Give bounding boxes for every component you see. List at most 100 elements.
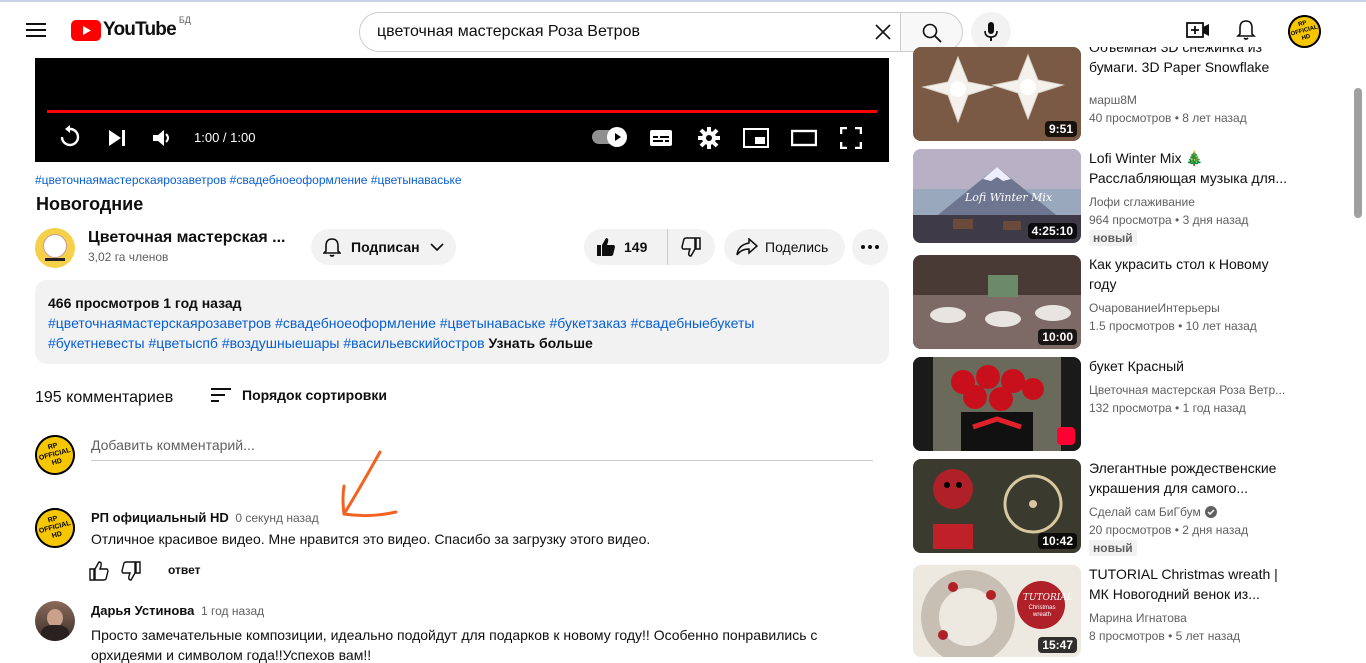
share-label: Поделись bbox=[765, 239, 829, 255]
related-meta: 1.5 просмотров • 10 лет назад bbox=[1089, 319, 1257, 333]
dislike-button[interactable] bbox=[668, 229, 714, 265]
related-meta: 132 просмотра • 1 год назад bbox=[1089, 401, 1246, 415]
related-title-line: МК Новогодний венок из... bbox=[1089, 586, 1260, 602]
related-thumbnail[interactable] bbox=[913, 357, 1081, 451]
sort-button[interactable]: Порядок сортировки bbox=[210, 386, 387, 404]
video-title: Новогодние bbox=[36, 194, 144, 214]
related-channel-row[interactable]: Сделай сам БиГбум bbox=[1089, 503, 1217, 521]
chevron-down-icon bbox=[430, 243, 444, 252]
time-display: 1:00 / 1:00 bbox=[194, 130, 256, 145]
add-comment-input[interactable]: Добавить комментарий... bbox=[91, 437, 873, 461]
related-thumbnail[interactable]: 10:00 bbox=[913, 255, 1081, 349]
youtube-logo[interactable]: YouTube БД bbox=[71, 15, 191, 41]
volume-icon[interactable] bbox=[153, 129, 173, 147]
reply-button[interactable]: ответ bbox=[168, 563, 201, 577]
share-button[interactable]: Поделись bbox=[724, 229, 845, 265]
create-button[interactable] bbox=[1184, 16, 1212, 44]
next-icon[interactable] bbox=[107, 128, 127, 148]
comments-count: 195 комментариев bbox=[35, 389, 174, 406]
more-horizontal-icon bbox=[861, 245, 879, 249]
related-thumbnail[interactable]: 9:51 bbox=[913, 47, 1081, 141]
like-count: 149 bbox=[624, 239, 648, 255]
related-channel[interactable]: Марина Игнатова bbox=[1089, 609, 1187, 627]
thumbs-down-icon[interactable] bbox=[121, 561, 141, 581]
related-title[interactable]: Элегантные рождественские украшения для … bbox=[1089, 458, 1299, 498]
related-thumbnail[interactable]: 10:42 bbox=[913, 459, 1081, 553]
autoplay-toggle[interactable] bbox=[592, 127, 627, 147]
related-thumbnail[interactable]: TUTORIAL Christmas wreath 15:47 bbox=[913, 565, 1081, 657]
more-actions-button[interactable] bbox=[852, 229, 888, 265]
related-title[interactable]: TUTORIAL Christmas wreath | МК Новогодни… bbox=[1089, 564, 1299, 604]
account-avatar[interactable]: RP OFFICIAL HD bbox=[1288, 15, 1321, 48]
like-button[interactable]: 149 bbox=[584, 229, 668, 265]
related-title-line: Как украсить стол к Новому bbox=[1089, 256, 1269, 272]
video-duration: 10:00 bbox=[1038, 329, 1077, 345]
comment-header: Дарья Устинова 1 год назад bbox=[91, 603, 264, 618]
menu-icon[interactable] bbox=[20, 14, 52, 46]
microphone-icon bbox=[984, 22, 998, 41]
add-comment-placeholder: Добавить комментарий... bbox=[91, 437, 255, 453]
related-title-line: Элегантные рождественские bbox=[1089, 460, 1277, 476]
comment-header: РП официальный HD 0 секунд назад bbox=[91, 510, 319, 525]
page-scrollbar[interactable] bbox=[1354, 88, 1362, 218]
comment-text-line: Просто замечательные композиции, идеальн… bbox=[91, 627, 818, 643]
comment-author[interactable]: РП официальный HD bbox=[91, 510, 229, 525]
voice-search-button[interactable] bbox=[971, 12, 1011, 52]
channel-name[interactable]: Цветочная мастерская ... bbox=[88, 229, 285, 247]
description-box[interactable]: 466 просмотров 1 год назад #цветочнаямас… bbox=[35, 280, 889, 364]
related-meta: 8 просмотров • 5 лет назад bbox=[1089, 629, 1241, 643]
avatar-logo-text: RP OFFICIAL HD bbox=[35, 508, 75, 548]
channel-subscribers: 3,02 га членов bbox=[88, 250, 169, 264]
related-channel[interactable]: ОчарованиеИнтерьеры bbox=[1089, 299, 1220, 317]
user-avatar: RP OFFICIAL HD bbox=[35, 435, 75, 475]
comment-avatar[interactable] bbox=[35, 601, 75, 641]
create-video-icon bbox=[1186, 22, 1209, 38]
thumbnail-caption: TUTORIAL bbox=[1023, 593, 1073, 603]
comment-author[interactable]: Дарья Устинова bbox=[91, 603, 194, 618]
related-title-line: Объемная 3D снежинка из bbox=[1089, 47, 1263, 55]
related-channel[interactable]: марш8М bbox=[1089, 91, 1137, 109]
comment-time[interactable]: 0 секунд назад bbox=[235, 511, 318, 525]
theater-mode-icon[interactable] bbox=[791, 129, 817, 147]
related-title[interactable]: Как украсить стол к Новому году bbox=[1089, 254, 1299, 294]
related-meta: 964 просмотра • 3 дня назад bbox=[1089, 213, 1249, 227]
related-title[interactable]: букет Красный bbox=[1089, 356, 1299, 376]
related-channel[interactable]: Цветочная мастерская Роза Ветр... bbox=[1089, 381, 1285, 399]
progress-bar[interactable] bbox=[47, 110, 877, 113]
description-stats: 466 просмотров 1 год назад bbox=[48, 295, 242, 311]
description-tags-line2[interactable]: #букетневесты #цветыспб #воздушныешары #… bbox=[48, 335, 485, 351]
notifications-button[interactable] bbox=[1232, 16, 1260, 44]
comment-time[interactable]: 1 год назад bbox=[201, 604, 264, 618]
video-duration: 10:42 bbox=[1038, 533, 1077, 549]
red-roses-thumbnail-art bbox=[913, 357, 1081, 451]
youtube-logo-icon bbox=[71, 19, 101, 41]
channel-avatar[interactable] bbox=[35, 228, 75, 268]
description-tags-line1[interactable]: #цветочнаямастерскаярозаветров #свадебно… bbox=[48, 313, 876, 333]
video-hashtags[interactable]: #цветочнаямастерскаярозаветров #свадебно… bbox=[35, 173, 462, 187]
related-title[interactable]: Объемная 3D снежинка из бумаги. 3D Paper… bbox=[1089, 47, 1299, 87]
related-title[interactable]: Lofi Winter Mix 🎄 Расслабляющая музыка д… bbox=[1089, 148, 1299, 188]
settings-gear-icon[interactable] bbox=[697, 126, 721, 150]
region-code: БД bbox=[178, 15, 191, 25]
search-input[interactable]: цветочная мастерская Роза Ветров bbox=[359, 12, 901, 52]
subscribe-button[interactable]: Подписан bbox=[311, 229, 456, 265]
miniplayer-icon[interactable] bbox=[743, 128, 769, 148]
fullscreen-icon[interactable] bbox=[840, 127, 862, 149]
show-more-link[interactable]: Узнать больше bbox=[488, 335, 592, 351]
search-icon bbox=[922, 23, 942, 43]
video-player[interactable]: 1:00 / 1:00 bbox=[35, 58, 889, 162]
subtitles-icon[interactable] bbox=[649, 128, 673, 148]
share-icon bbox=[736, 238, 758, 256]
sort-label: Порядок сортировки bbox=[242, 387, 387, 403]
thumbs-down-icon bbox=[681, 237, 701, 257]
clear-icon[interactable] bbox=[875, 24, 891, 40]
bell-icon bbox=[323, 238, 341, 257]
thumbs-up-icon[interactable] bbox=[89, 561, 109, 581]
related-thumbnail[interactable]: Lofi Winter Mix 4:25:10 bbox=[913, 149, 1081, 243]
search-button[interactable] bbox=[900, 12, 963, 52]
related-channel[interactable]: Лофи сглаживание bbox=[1089, 193, 1195, 211]
related-meta: 20 просмотров • 2 дня назад bbox=[1089, 523, 1249, 537]
annotation-arrow bbox=[341, 450, 398, 518]
comment-avatar[interactable]: RP OFFICIAL HD bbox=[35, 508, 75, 548]
replay-icon[interactable] bbox=[58, 125, 82, 149]
